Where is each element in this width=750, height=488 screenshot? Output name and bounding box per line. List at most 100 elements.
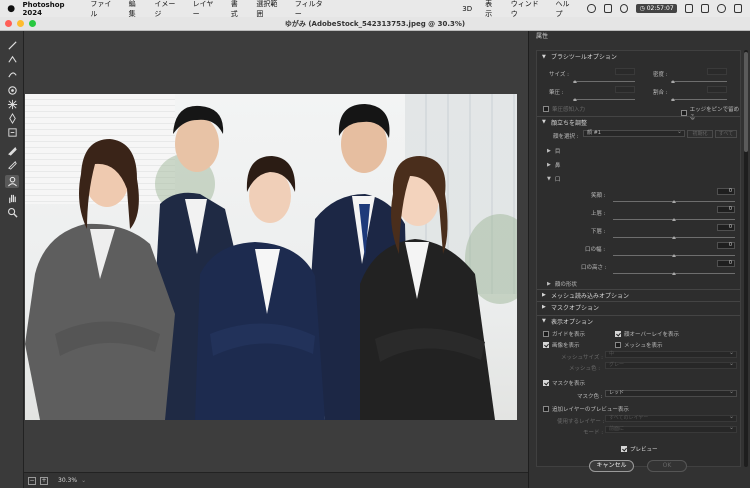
mouth-width-field[interactable]: 0 — [717, 242, 735, 249]
use-layer-select[interactable]: すべてのレイヤー — [605, 414, 737, 422]
bloat-tool[interactable] — [5, 112, 19, 125]
backdrop-option[interactable]: 追加レイヤーのプレビュー表示 — [543, 405, 629, 413]
menu-app-name[interactable]: Photoshop 2024 — [22, 1, 80, 17]
wifi-icon[interactable] — [587, 4, 596, 13]
lower-lip-slider[interactable] — [613, 236, 735, 239]
face-overlay-label: 顔オーバーレイを表示 — [624, 332, 679, 338]
upper-lip-slider[interactable] — [613, 218, 735, 221]
section-brush-options[interactable]: ▼ ブラシツールオプション — [537, 51, 740, 62]
rate-label: 割合 : — [653, 90, 668, 96]
clock[interactable]: ◷ 02:57:07 — [636, 4, 677, 13]
display-icon[interactable] — [684, 4, 693, 13]
input-icon[interactable] — [700, 4, 710, 13]
backdrop-checkbox[interactable] — [543, 406, 549, 412]
section-label: 顔立ちを調整 — [551, 119, 588, 127]
menu-edit[interactable]: 編集 — [129, 0, 142, 19]
chevron-down-icon[interactable]: ⌄ — [81, 477, 86, 484]
zoom-in-button[interactable]: + — [40, 476, 48, 485]
siri-icon[interactable] — [717, 4, 726, 13]
nose-group[interactable]: ▶ 鼻 — [547, 161, 560, 169]
rate-field[interactable] — [707, 86, 727, 93]
triangle-right-icon: ▶ — [542, 292, 546, 298]
time-machine-icon[interactable] — [620, 4, 629, 13]
menu-file[interactable]: ファイル — [90, 0, 115, 19]
zoom-tool[interactable] — [5, 206, 19, 219]
triangle-down-icon: ▼ — [542, 119, 546, 125]
pressure-slider[interactable] — [573, 98, 635, 101]
mode-select[interactable]: 前面に — [605, 425, 737, 433]
mouth-height-slider[interactable] — [613, 272, 735, 275]
smile-field[interactable]: 0 — [717, 188, 735, 195]
section-view-options[interactable]: ▼ 表示オプション — [537, 315, 740, 326]
preview-option[interactable]: プレビュー — [621, 445, 658, 453]
hand-tool[interactable] — [5, 192, 19, 205]
section-mesh-load[interactable]: ▶ メッシュ読み込みオプション — [537, 289, 740, 300]
rate-slider[interactable] — [671, 98, 727, 101]
thaw-mask-tool[interactable] — [5, 158, 19, 171]
density-field[interactable] — [707, 68, 727, 75]
preview-checkbox[interactable] — [621, 446, 627, 452]
show-mask-checkbox[interactable] — [543, 380, 549, 386]
apple-icon[interactable]: ● — [4, 4, 18, 14]
all-button[interactable]: すべて — [715, 130, 737, 138]
size-field[interactable] — [615, 68, 635, 75]
section-label: 表示オプション — [551, 318, 594, 326]
mouth-group[interactable]: ▼ 口 — [547, 175, 560, 183]
show-guide-checkbox[interactable] — [543, 331, 549, 337]
menu-image[interactable]: イメージ — [154, 0, 179, 19]
upper-lip-field[interactable]: 0 — [717, 206, 735, 213]
reset-button[interactable]: 初期化 — [687, 130, 713, 138]
menu-select[interactable]: 選択範囲 — [256, 0, 281, 19]
menu-view[interactable]: 表示 — [485, 0, 498, 19]
ok-button[interactable]: OK — [647, 460, 687, 472]
control-center-icon[interactable] — [603, 4, 613, 13]
menu-layer[interactable]: レイヤー — [193, 0, 218, 19]
zoom-level[interactable]: 30.3% — [58, 477, 77, 484]
push-left-tool[interactable] — [5, 126, 19, 139]
face-tool[interactable] — [5, 175, 19, 188]
zoom-out-button[interactable]: − — [28, 476, 36, 485]
menu-help[interactable]: ヘルプ — [555, 0, 574, 19]
mouth-width-slider[interactable] — [613, 254, 735, 257]
menu-window[interactable]: ウィンドウ — [511, 0, 543, 19]
face-shape-group[interactable]: ▶ 顔の形状 — [547, 280, 577, 288]
eyes-group[interactable]: ▶ 目 — [547, 147, 560, 155]
section-face-adjust[interactable]: ▼ 顔立ちを調整 — [537, 116, 740, 127]
menu-type[interactable]: 書式 — [231, 0, 244, 19]
density-slider[interactable] — [671, 80, 727, 83]
pressure-field[interactable] — [615, 86, 635, 93]
cancel-button[interactable]: キャンセル — [589, 460, 634, 472]
face-select[interactable]: 顔 #1 — [583, 129, 685, 137]
stylus-checkbox[interactable] — [543, 106, 549, 112]
mouth-height-field[interactable]: 0 — [717, 260, 735, 267]
reconstruct-tool[interactable] — [5, 53, 19, 66]
photo-preview[interactable] — [25, 94, 517, 420]
twirl-tool[interactable] — [5, 84, 19, 97]
show-image-checkbox[interactable] — [543, 342, 549, 348]
panel-content: ▼ ブラシツールオプション サイズ : 密度 : 筆圧 : 割合 : 筆圧感知入力… — [536, 50, 741, 467]
mesh-size-select[interactable]: 中 — [605, 350, 737, 358]
show-image-option[interactable]: 画像を表示 — [543, 341, 580, 349]
menu-3d[interactable]: 3D — [462, 5, 472, 13]
lower-lip-field[interactable]: 0 — [717, 224, 735, 231]
smile-slider[interactable] — [613, 200, 735, 203]
show-mesh-checkbox[interactable] — [615, 342, 621, 348]
show-mask-option[interactable]: マスクを表示 — [543, 379, 585, 387]
forward-warp-tool[interactable] — [5, 39, 19, 52]
stylus-option[interactable]: 筆圧感知入力 — [543, 105, 585, 113]
properties-panel: 属性 ▼ ブラシツールオプション サイズ : 密度 : 筆圧 : 割合 : 筆圧感… — [528, 31, 750, 488]
mask-color-select[interactable]: レッド — [605, 389, 737, 397]
panel-scrollbar[interactable] — [744, 50, 748, 467]
show-guide-option[interactable]: ガイドを表示 — [543, 330, 585, 338]
face-overlay-checkbox[interactable] — [615, 331, 621, 337]
show-mesh-option[interactable]: メッシュを表示 — [615, 341, 663, 349]
menu-filter[interactable]: フィルター — [295, 0, 327, 19]
face-overlay-option[interactable]: 顔オーバーレイを表示 — [615, 330, 679, 338]
smooth-tool[interactable] — [5, 67, 19, 80]
section-mask-options[interactable]: ▶ マスクオプション — [537, 301, 740, 312]
notification-icon[interactable] — [733, 4, 742, 13]
size-slider[interactable] — [573, 80, 635, 83]
pucker-tool[interactable] — [5, 98, 19, 111]
mesh-color-select[interactable]: グレー — [605, 361, 737, 369]
freeze-mask-tool[interactable] — [5, 144, 19, 157]
